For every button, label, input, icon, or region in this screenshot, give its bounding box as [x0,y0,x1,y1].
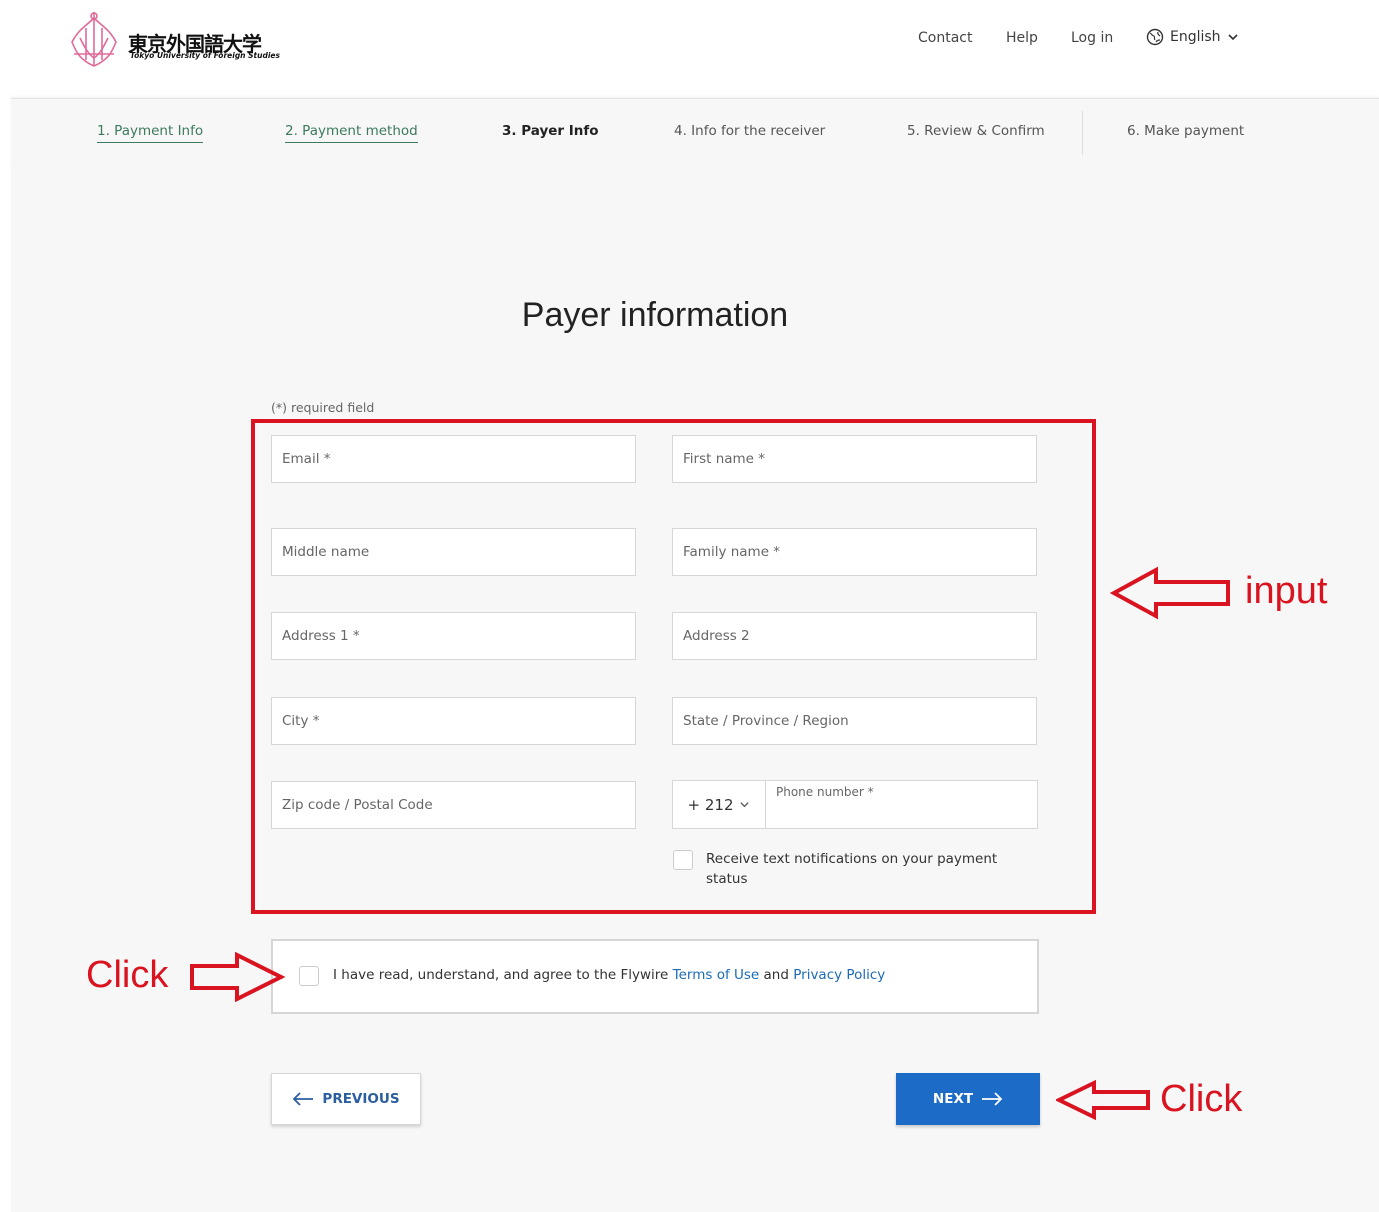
step-payment-info[interactable]: 1. Payment Info [97,123,204,143]
annotation-click-label-left: Click [86,954,169,996]
terms-agree-checkbox[interactable] [299,966,319,986]
step-payer-info: 3. Payer Info [502,123,599,139]
annotation-arrow-left-icon [1110,566,1230,620]
globe-icon [1146,28,1164,46]
page-title: Payer information [521,296,789,334]
input-annotation-box [251,419,1096,914]
nav-contact-link[interactable]: Contact [918,30,972,46]
next-button-label: NEXT [932,1091,974,1107]
required-field-note: (*) required field [271,400,375,415]
annotation-click-label-right: Click [1160,1078,1243,1120]
step-receiver-info: 4. Info for the receiver [674,123,826,139]
language-label: English [1170,29,1221,45]
chevron-down-icon [1227,34,1238,41]
previous-button-label: PREVIOUS [322,1091,400,1107]
annotation-arrow-right-icon [190,952,285,1002]
university-emblem-icon [71,12,117,67]
agree-prefix-text: I have read, understand, and agree to th… [333,967,669,983]
next-button[interactable]: NEXT [896,1073,1040,1125]
arrow-right-icon [982,1092,1003,1106]
language-selector[interactable]: English [1146,28,1239,46]
step-payment-method[interactable]: 2. Payment method [285,123,418,143]
nav-help-link[interactable]: Help [1006,30,1038,46]
progress-steps: 1. Payment Info 2. Payment method 3. Pay… [11,98,1379,168]
university-logo[interactable]: 東京外国語大学 Tokyo University of Foreign Stud… [66,8,281,73]
agree-and-text: and [763,967,789,983]
terms-agreement-text: I have read, understand, and agree to th… [333,967,885,983]
previous-button[interactable]: PREVIOUS [271,1073,421,1125]
nav-login-link[interactable]: Log in [1071,30,1113,46]
step-review-confirm: 5. Review & Confirm [907,123,1045,139]
step-divider [1082,111,1083,155]
arrow-left-icon [293,1092,314,1106]
annotation-input-label: input [1245,570,1328,612]
logo-english-name: Tokyo University of Foreign Studies [130,51,280,60]
site-header: 東京外国語大学 Tokyo University of Foreign Stud… [0,0,1379,98]
step-make-payment: 6. Make payment [1127,123,1245,139]
annotation-arrow-left-icon [1056,1080,1150,1120]
privacy-policy-link[interactable]: Privacy Policy [793,967,885,983]
terms-of-use-link[interactable]: Terms of Use [673,967,760,983]
